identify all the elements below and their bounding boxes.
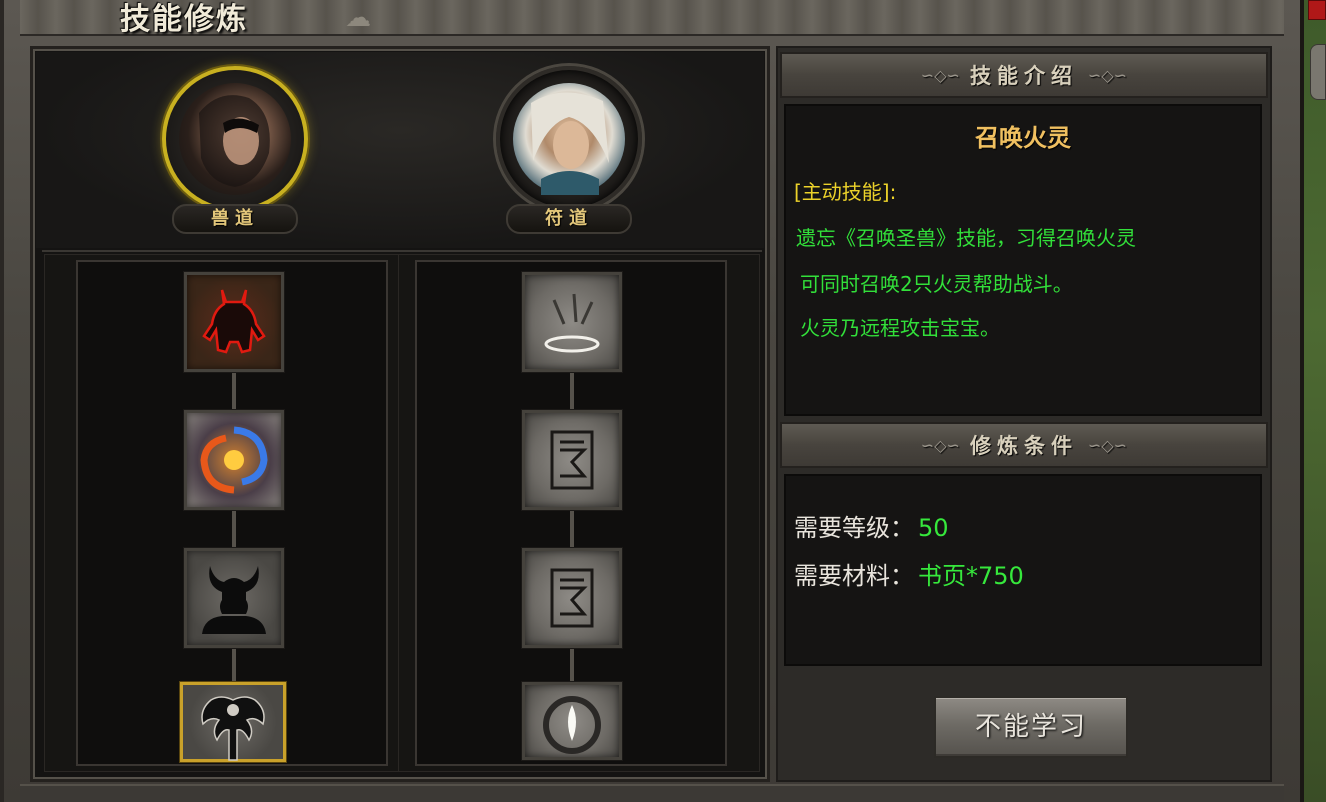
skill-slot[interactable] <box>522 548 622 648</box>
required-level-value: 50 <box>918 514 949 542</box>
skill-intro-title: 技能介绍 <box>970 63 1078 88</box>
tree-connector <box>232 370 236 410</box>
tree-connector <box>570 646 574 682</box>
skill-name: 召唤火灵 <box>975 124 1071 152</box>
divider <box>42 250 762 252</box>
ornament-right-icon: ∽◇∽ <box>1088 435 1128 455</box>
demon-silhouette-icon <box>202 289 266 354</box>
background-scene <box>1304 0 1326 802</box>
ornament-left-icon: ∽◇∽ <box>920 65 960 85</box>
window-title: 技能修炼 <box>120 2 248 37</box>
learn-button[interactable]: 不能学习 <box>934 696 1128 758</box>
required-level-row: 需要等级： 50 <box>794 508 949 543</box>
skill-intro-header: ∽◇∽ 技能介绍 ∽◇∽ <box>780 52 1268 98</box>
ornament-left-icon: ∽◇∽ <box>920 435 960 455</box>
winged-spirit-icon <box>201 696 265 761</box>
title-bar: 技能修炼 ☁ <box>20 0 1284 37</box>
talisman-master-portrait-icon <box>513 83 625 195</box>
rune-circle-icon <box>544 293 600 353</box>
ornament-right-icon: ∽◇∽ <box>1088 65 1128 85</box>
requirements-header: ∽◇∽ 修炼条件 ∽◇∽ <box>780 422 1268 468</box>
fire-vortex-icon <box>200 426 268 494</box>
tree-connector <box>232 646 236 682</box>
side-tab[interactable] <box>1310 44 1326 100</box>
school-label-beast[interactable]: 兽道 <box>172 204 298 234</box>
close-button[interactable] <box>1308 0 1326 20</box>
required-material-label: 需要材料： <box>794 562 914 590</box>
tree-connector <box>232 508 236 548</box>
horned-helmet-icon <box>202 566 266 634</box>
cloud-ornament-icon: ☁ <box>345 3 371 33</box>
beast-master-portrait-icon <box>179 83 291 195</box>
tree-connector <box>570 370 574 410</box>
school-label-talisman[interactable]: 符道 <box>506 204 632 234</box>
skill-description-line: 可同时召唤2只火灵帮助战斗。 <box>800 272 1073 296</box>
skill-description-line: 火灵乃远程攻击宝宝。 <box>800 316 1000 340</box>
school-portrait-beast[interactable] <box>162 66 308 212</box>
requirements-title: 修炼条件 <box>970 433 1078 458</box>
skill-slot[interactable] <box>522 682 622 760</box>
skill-slot[interactable] <box>184 410 284 510</box>
skill-slot[interactable] <box>522 272 622 372</box>
talisman-seal-icon <box>550 430 594 490</box>
skill-slot[interactable] <box>184 272 284 372</box>
school-selector <box>36 52 764 248</box>
skill-slot-selected[interactable] <box>180 682 286 762</box>
required-material-value: 书页*750 <box>918 562 1024 590</box>
window-bottom-border <box>20 784 1284 802</box>
skill-type: [主动技能]: <box>794 180 897 204</box>
school-portrait-talisman[interactable] <box>496 66 642 212</box>
talisman-seal-icon <box>550 568 594 628</box>
tree-connector <box>570 508 574 548</box>
required-level-label: 需要等级： <box>794 514 914 542</box>
flame-ring-icon <box>543 696 601 754</box>
skill-slot[interactable] <box>184 548 284 648</box>
skill-description-line: 遗忘《召唤圣兽》技能，习得召唤火灵 <box>796 226 1136 250</box>
required-material-row: 需要材料： 书页*750 <box>794 556 1024 591</box>
skill-slot[interactable] <box>522 410 622 510</box>
